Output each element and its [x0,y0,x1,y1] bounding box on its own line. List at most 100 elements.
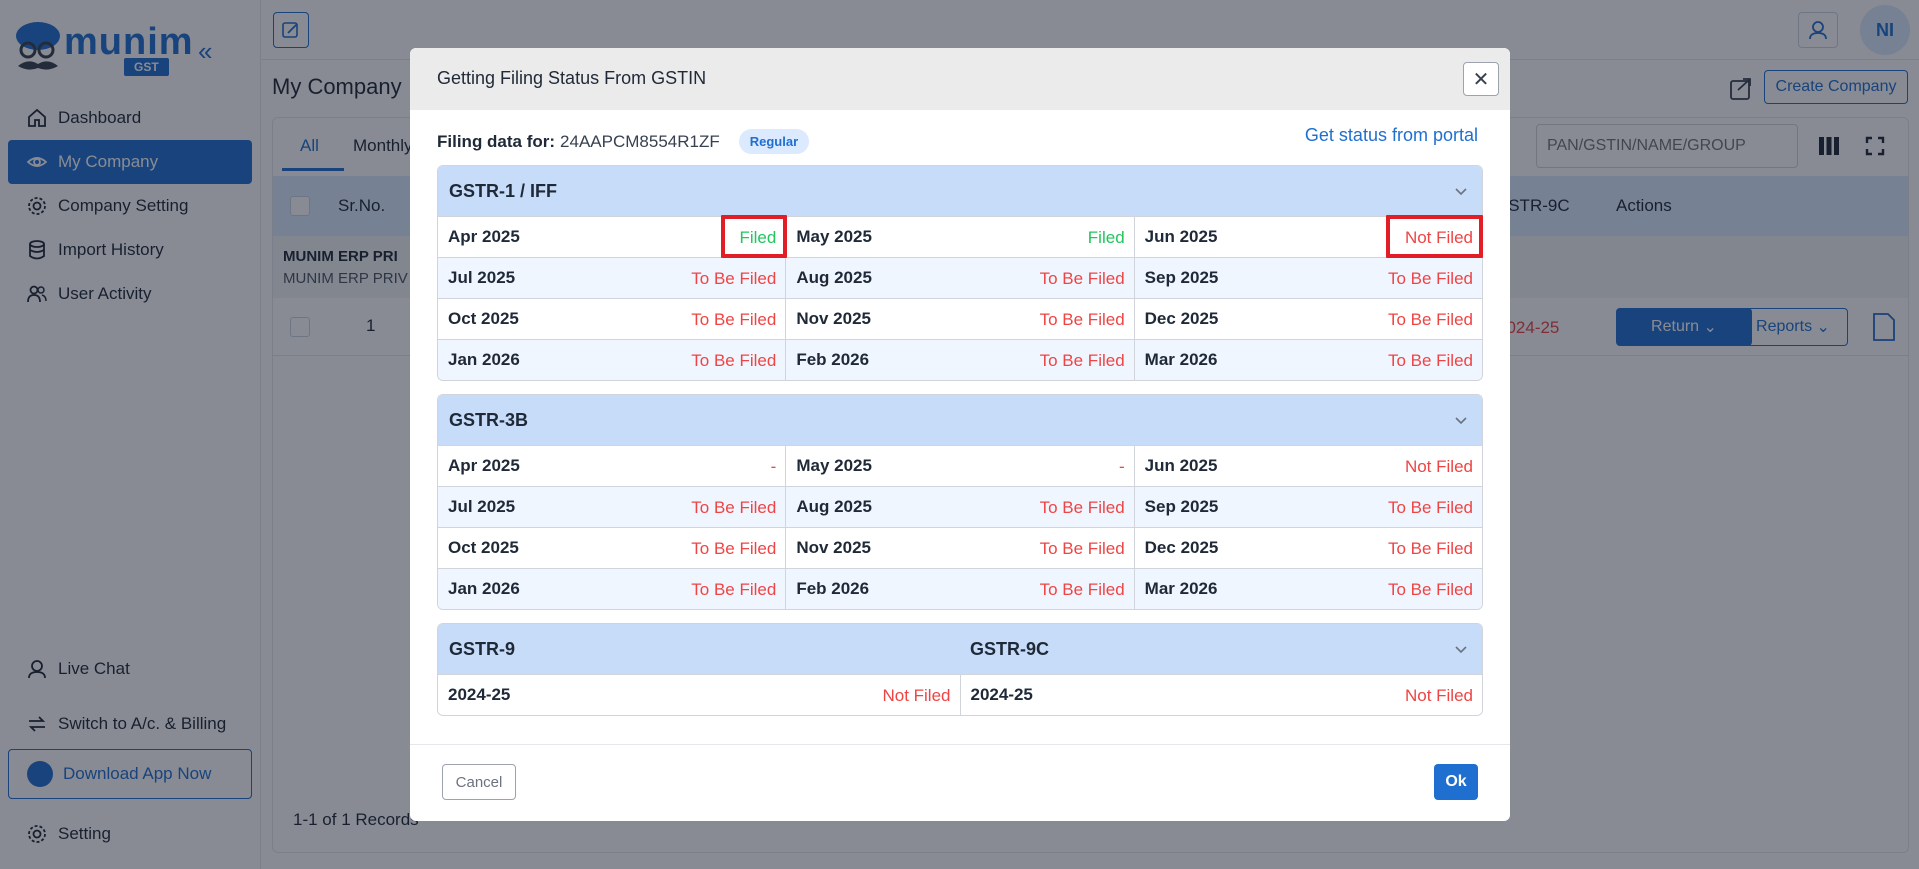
status-cell: Apr 2025 - [438,446,785,486]
status-cell: Jan 2026 To Be Filed [438,340,785,380]
status-cell: Dec 2025 To Be Filed [1133,528,1482,568]
gstr9-title: GSTR-9 [449,639,516,659]
modal-title: Getting Filing Status From GSTIN [437,68,707,88]
filing-status: To Be Filed [691,269,777,288]
filing-status: To Be Filed [1387,580,1473,599]
period-label: Oct 2025 [448,538,519,557]
status-cell: Feb 2026 To Be Filed [785,569,1133,609]
period-label: Dec 2025 [1144,309,1219,328]
status-cell: Aug 2025 To Be Filed [785,258,1133,298]
ok-button[interactable]: Ok [1434,764,1478,800]
period-label: Jul 2025 [448,497,516,516]
chevron-down-icon [1455,188,1467,196]
status-cell: Oct 2025 To Be Filed [438,299,785,339]
status-badge: Regular [738,129,810,154]
gstr1-title: GSTR-1 / IFF [449,181,557,201]
status-cell: Feb 2026 To Be Filed [785,340,1133,380]
filing-status: Not Filed [882,686,951,705]
filing-status: To Be Filed [1387,310,1473,329]
filing-status: To Be Filed [1387,539,1473,558]
modal-footer-divider [410,744,1510,745]
filing-status: To Be Filed [1039,580,1125,599]
filing-status: To Be Filed [1039,539,1125,558]
filing-status: To Be Filed [1387,498,1473,517]
period-label: May 2025 [796,456,872,475]
period-label: Mar 2026 [1144,579,1218,598]
filing-status: To Be Filed [691,498,777,517]
gstr9-header[interactable]: GSTR-9 GSTR-9C [438,624,1482,674]
status-row: Apr 2025- May 2025 - Jun 2025 Not Filed [438,445,1482,486]
status-cell: May 2025 Filed [785,217,1133,257]
status-cell: Jul 2025 To Be Filed [438,487,785,527]
status-cell: Oct 2025 To Be Filed [438,528,785,568]
close-icon: ✕ [1472,68,1490,91]
filing-status: Not Filed [1404,457,1473,476]
status-row: Jul 2025 To Be Filed Aug 2025 To Be Filed Se… [438,257,1482,298]
filing-status: Filed [1087,228,1125,247]
status-cell: Sep 2025 To Be Filed [1133,487,1482,527]
status-cell: May 2025 - [785,446,1133,486]
period-label: May 2025 [796,227,872,246]
period-label: Oct 2025 [448,309,519,328]
chevron-down-icon [1455,417,1467,425]
filing-status: Not Filed [1404,686,1473,705]
status-cell: Mar 2026 To Be Filed [1133,569,1482,609]
status-cell: 2024-25 Not Filed [438,675,960,715]
gstr9-grid: 2024-25 Not Filed 2024-25 Not Filed [438,674,1482,715]
gstr1-header[interactable]: GSTR-1 / IFF [438,166,1482,216]
filing-status: To Be Filed [691,580,777,599]
period-label: Jun 2025 [1144,227,1218,246]
period-label: Nov 2025 [796,309,871,328]
filing-status: To Be Filed [691,310,777,329]
gstr3b-grid: Apr 2025- May 2025 - Jun 2025 Not Filed Jul 2… [438,445,1482,609]
close-button[interactable]: ✕ [1463,62,1499,96]
status-cell: Mar 2026 To Be Filed [1133,340,1482,380]
period-label: Dec 2025 [1144,538,1219,557]
status-row: Jan 2026 To Be Filed Feb 2026 To Be Filed Ma… [438,339,1482,380]
period-label: Jan 2026 [448,579,520,598]
period-label: Jul 2025 [448,268,516,287]
period-label: Feb 2026 [796,579,870,598]
period-label: Feb 2026 [796,350,870,369]
period-label: Aug 2025 [796,268,872,287]
period-label: Apr 2025 [448,227,520,246]
filing-data-info: Filing data for: 24AAPCM8554R1ZF Regular [437,129,810,154]
chevron-down-icon [1455,646,1467,654]
get-status-portal-link[interactable]: Get status from portal [1305,125,1478,146]
status-cell: Dec 2025 To Be Filed [1133,299,1482,339]
status-cell: Jul 2025 To Be Filed [438,258,785,298]
status-row: Jul 2025 To Be Filed Aug 2025 To Be Filed Se… [438,486,1482,527]
filing-status: - [1118,457,1125,476]
period-label: Jan 2026 [448,350,520,369]
period-label: Aug 2025 [796,497,872,516]
gstr9c-title: GSTR-9C [970,639,1050,659]
highlight-apr-filed [721,215,787,258]
filing-status: To Be Filed [1387,269,1473,288]
filing-status: To Be Filed [1387,351,1473,370]
gstr1-section: GSTR-1 / IFF Apr 2025 Filed May 2025 Filed J… [437,165,1483,381]
cancel-button[interactable]: Cancel [442,764,516,800]
status-cell: Nov 2025 To Be Filed [785,299,1133,339]
status-cell: Jan 2026 To Be Filed [438,569,785,609]
period-label: Jun 2025 [1144,456,1218,475]
filing-data-label: Filing data for: [437,131,556,151]
status-row: Apr 2025 Filed May 2025 Filed Jun 2025 Not Fi… [438,216,1482,257]
status-row: 2024-25 Not Filed 2024-25 Not Filed [438,674,1482,715]
gstr3b-header[interactable]: GSTR-3B [438,395,1482,445]
period-label: Mar 2026 [1144,350,1218,369]
filing-status-modal: Getting Filing Status From GSTIN ✕ Filin… [410,48,1510,821]
status-row: Oct 2025 To Be Filed Nov 2025 To Be Filed De… [438,298,1482,339]
modal-header: Getting Filing Status From GSTIN ✕ [410,48,1510,110]
highlight-jun-not-filed [1386,215,1483,258]
filing-status: To Be Filed [1039,351,1125,370]
gstr3b-title: GSTR-3B [449,410,529,430]
status-cell: 2024-25 Not Filed [959,675,1483,715]
period-label: Sep 2025 [1144,268,1219,287]
filing-status: To Be Filed [1039,310,1125,329]
filing-status: To Be Filed [691,351,777,370]
period-label: 2024-25 [448,685,511,704]
period-label: Apr 2025 [448,456,520,475]
status-row: Jan 2026 To Be Filed Feb 2026 To Be Filed Ma… [438,568,1482,609]
status-cell: Jun 2025 Not Filed [1133,446,1482,486]
gstin-value: 24AAPCM8554R1ZF [560,131,720,151]
